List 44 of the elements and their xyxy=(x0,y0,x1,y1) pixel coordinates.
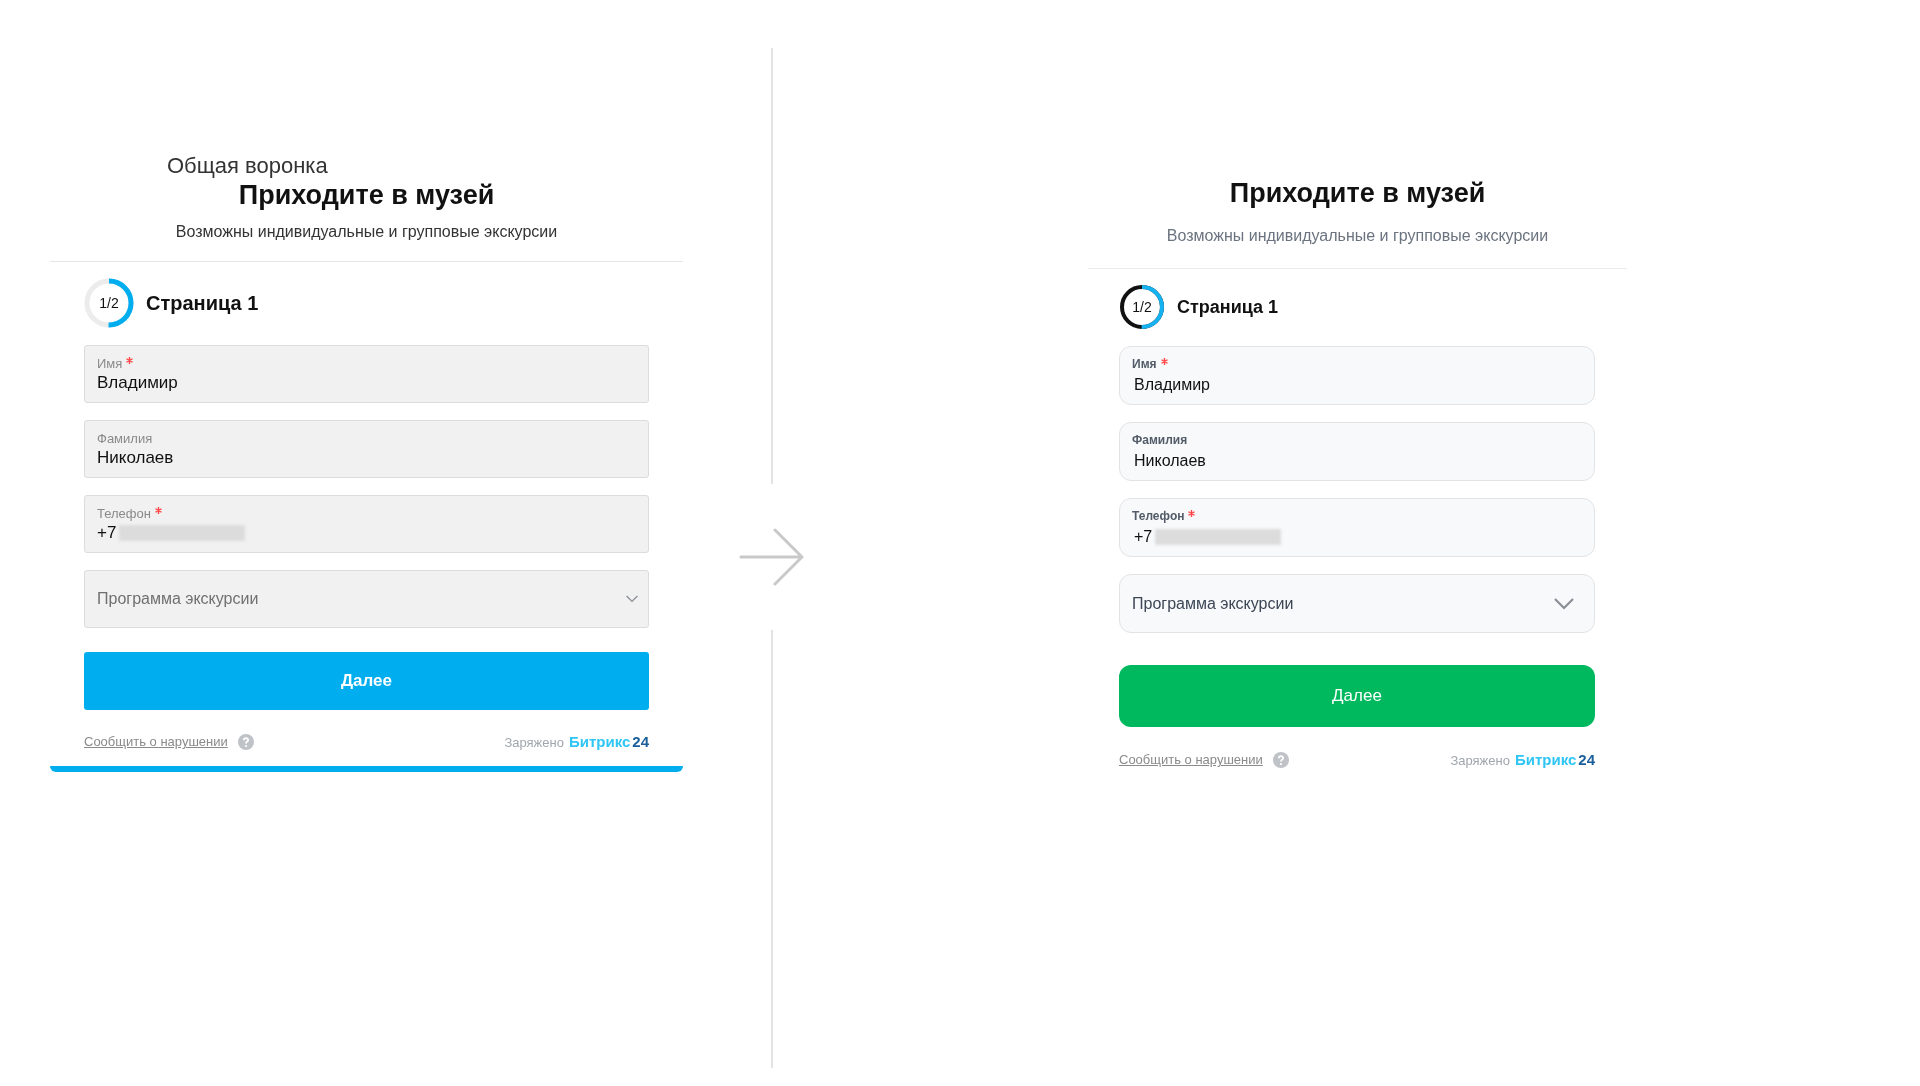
brand-logo[interactable]: Битрикс24 xyxy=(568,733,649,750)
select-placeholder: Программа экскурсии xyxy=(1132,594,1294,613)
field-value: Владимир xyxy=(97,372,178,393)
field-label: Телефон xyxy=(97,505,151,521)
chevron-down-icon xyxy=(626,595,638,603)
page-title: Страница 1 xyxy=(146,291,259,315)
input-field[interactable]: Имя Владимир xyxy=(1119,346,1595,405)
step-counter: 1/2 xyxy=(1131,299,1153,315)
step-counter: 1/2 xyxy=(98,295,120,311)
field-label: Фамилия xyxy=(97,430,153,446)
input-field[interactable]: Телефон +7 xyxy=(1119,498,1595,557)
chevron-down-icon xyxy=(1554,597,1574,610)
field-value: +7 xyxy=(1134,528,1153,546)
field-value: Николаев xyxy=(1134,452,1206,470)
progress-ring xyxy=(1119,284,1165,330)
select-placeholder: Программа экскурсии xyxy=(97,590,259,608)
input-field[interactable]: Фамилия Николаев xyxy=(84,420,649,478)
form-subtitle: Возможны индивидуальные и групповые экскурсии xyxy=(1166,227,1549,245)
input-field[interactable]: Фамилия Николаев xyxy=(1119,422,1595,481)
form-title: Приходите в музей xyxy=(1229,177,1486,209)
input-field[interactable]: Телефон +7 xyxy=(84,495,649,553)
help-icon[interactable] xyxy=(1272,751,1289,768)
help-icon[interactable] xyxy=(237,733,254,750)
progress-ring xyxy=(84,278,134,328)
field-value: +7 xyxy=(97,522,117,543)
funnel-label: Общая воронка xyxy=(167,153,328,179)
form-title: Приходите в музей xyxy=(238,179,495,211)
input-field[interactable]: Имя Владимир xyxy=(84,345,649,403)
brand-logo[interactable]: Битрикс24 xyxy=(1514,751,1595,768)
field-value: Владимир xyxy=(1134,376,1210,394)
field-label: Имя xyxy=(97,355,123,371)
field-value: Николаев xyxy=(97,447,174,468)
powered-by-label: Заряжено xyxy=(504,735,564,750)
powered-by-label: Заряжено xyxy=(1450,753,1510,768)
report-link[interactable]: Сообщить о нарушении xyxy=(1119,752,1263,767)
select-field[interactable]: Программа экскурсии xyxy=(84,570,649,628)
select-field[interactable]: Программа экскурсии xyxy=(1119,574,1595,633)
field-label: Телефон xyxy=(1132,509,1185,523)
field-label: Имя xyxy=(1132,357,1157,371)
arrow-icon xyxy=(739,527,805,587)
form-subtitle: Возможны индивидуальные и групповые экскурсии xyxy=(175,223,558,241)
report-link[interactable]: Сообщить о нарушении xyxy=(84,734,228,749)
field-label: Фамилия xyxy=(1132,433,1188,447)
page-title: Страница 1 xyxy=(1177,296,1279,318)
